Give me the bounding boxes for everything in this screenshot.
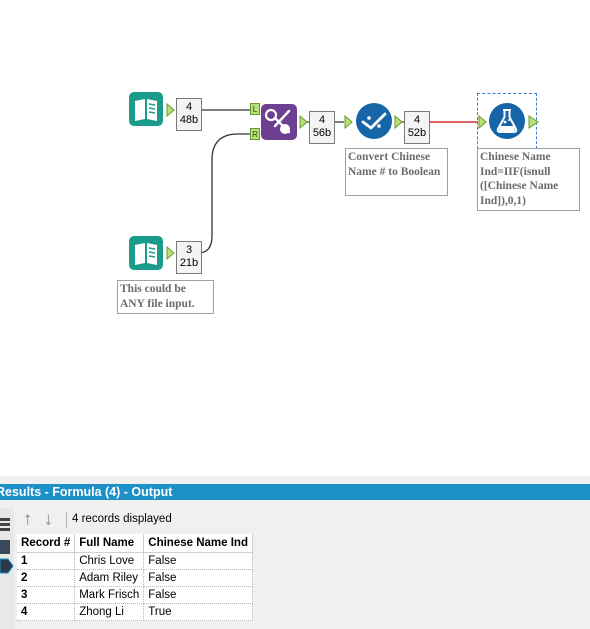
input-data-tool-1[interactable] (129, 92, 163, 126)
output-anchor-icon[interactable] (394, 115, 404, 129)
record-number-cell[interactable]: 4 (17, 603, 76, 621)
join-left-anchor-icon[interactable]: L (250, 103, 260, 115)
grid-header-row: Record # Full Name Chinese Name Ind (17, 534, 253, 553)
full-name-cell[interactable]: Chris Love (74, 552, 145, 570)
metadata-view-icon (0, 540, 10, 554)
record-count-badge-join: 4 56b (309, 111, 335, 144)
badge-size: 21b (179, 257, 199, 269)
join-right-anchor-icon[interactable]: R (250, 128, 260, 140)
selected-view-arrow-icon (0, 558, 14, 574)
input-anchor-icon[interactable] (344, 115, 354, 129)
record-count-badge-multi: 4 52b (404, 111, 430, 144)
record-count-badge-input1: 4 48b (176, 98, 202, 131)
formula-flask-icon (489, 103, 525, 139)
chinese-name-ind-cell[interactable]: False (143, 569, 253, 587)
results-view-icons (0, 518, 14, 574)
output-anchor-icon[interactable] (299, 115, 309, 129)
record-number-cell[interactable]: 3 (17, 586, 76, 604)
results-toolbar: ⭡ ⭣ 4 records displayed (16, 508, 590, 532)
output-anchor-icon[interactable] (528, 115, 540, 129)
multi-field-formula-icon (356, 103, 392, 139)
workflow-canvas[interactable]: 4 48b 3 21b This could be ANY file input… (0, 0, 590, 476)
multi-field-formula-tool[interactable] (355, 102, 393, 140)
record-count-badge-input2: 3 21b (176, 241, 202, 274)
badge-count: 4 (318, 114, 326, 126)
input-data-tool-2[interactable] (129, 236, 163, 270)
chinese-name-ind-cell[interactable]: True (143, 603, 253, 621)
results-title: Results - Formula (4) - Output (0, 485, 173, 499)
input-data-book-icon (129, 236, 163, 270)
chinese-name-ind-cell[interactable]: False (143, 586, 253, 604)
annotation-multi-field: Convert Chinese Name # to Boolean (345, 148, 448, 196)
table-row[interactable]: 2 Adam Riley False (17, 569, 253, 587)
table-row[interactable]: 1 Chris Love False (17, 552, 253, 570)
records-displayed-label: 4 records displayed (72, 513, 172, 525)
full-name-cell[interactable]: Zhong Li (74, 603, 145, 621)
input-data-book-icon (129, 92, 163, 126)
toolbar-divider (66, 512, 67, 528)
column-header-full-name[interactable]: Full Name (74, 534, 145, 553)
badge-size: 56b (312, 127, 332, 139)
output-anchor-icon[interactable] (166, 246, 176, 260)
annotation-formula: Chinese Name Ind=IIF(isnull ([Chinese Na… (477, 148, 580, 211)
results-title-bar: Results - Formula (4) - Output (0, 484, 590, 500)
table-row[interactable]: 4 Zhong Li True (17, 603, 253, 621)
results-grid[interactable]: Record # Full Name Chinese Name Ind 1 Ch… (17, 534, 253, 621)
annotation-input2: This could be ANY file input. (117, 280, 214, 314)
column-header-record[interactable]: Record # (17, 534, 76, 553)
join-scissors-icon (261, 104, 297, 140)
svg-text:L: L (253, 105, 258, 114)
formula-tool[interactable] (488, 102, 526, 140)
table-view-icon (0, 518, 10, 531)
output-anchor-icon[interactable] (166, 103, 176, 117)
sort-down-arrow-icon[interactable]: ⭣ (45, 512, 52, 529)
record-number-cell[interactable]: 1 (17, 552, 76, 570)
svg-text:R: R (252, 130, 258, 139)
badge-count: 4 (185, 101, 193, 113)
badge-size: 52b (407, 127, 427, 139)
join-tool[interactable] (261, 104, 297, 140)
results-sidebar (0, 508, 14, 629)
badge-size: 48b (179, 114, 199, 126)
connection-input2-join (176, 133, 250, 254)
table-row[interactable]: 3 Mark Frisch False (17, 586, 253, 604)
record-number-cell[interactable]: 2 (17, 569, 76, 587)
column-header-chinese-name-ind[interactable]: Chinese Name Ind (143, 534, 253, 553)
badge-count: 3 (185, 244, 193, 256)
badge-count: 4 (413, 114, 421, 126)
results-window: Results - Formula (4) - Output ⭡ ⭣ 4 rec… (0, 476, 590, 629)
input-anchor-icon[interactable] (478, 115, 488, 129)
full-name-cell[interactable]: Adam Riley (74, 569, 145, 587)
full-name-cell[interactable]: Mark Frisch (74, 586, 145, 604)
sort-up-arrow-icon[interactable]: ⭡ (24, 512, 31, 529)
chinese-name-ind-cell[interactable]: False (143, 552, 253, 570)
connections-layer (176, 109, 478, 254)
